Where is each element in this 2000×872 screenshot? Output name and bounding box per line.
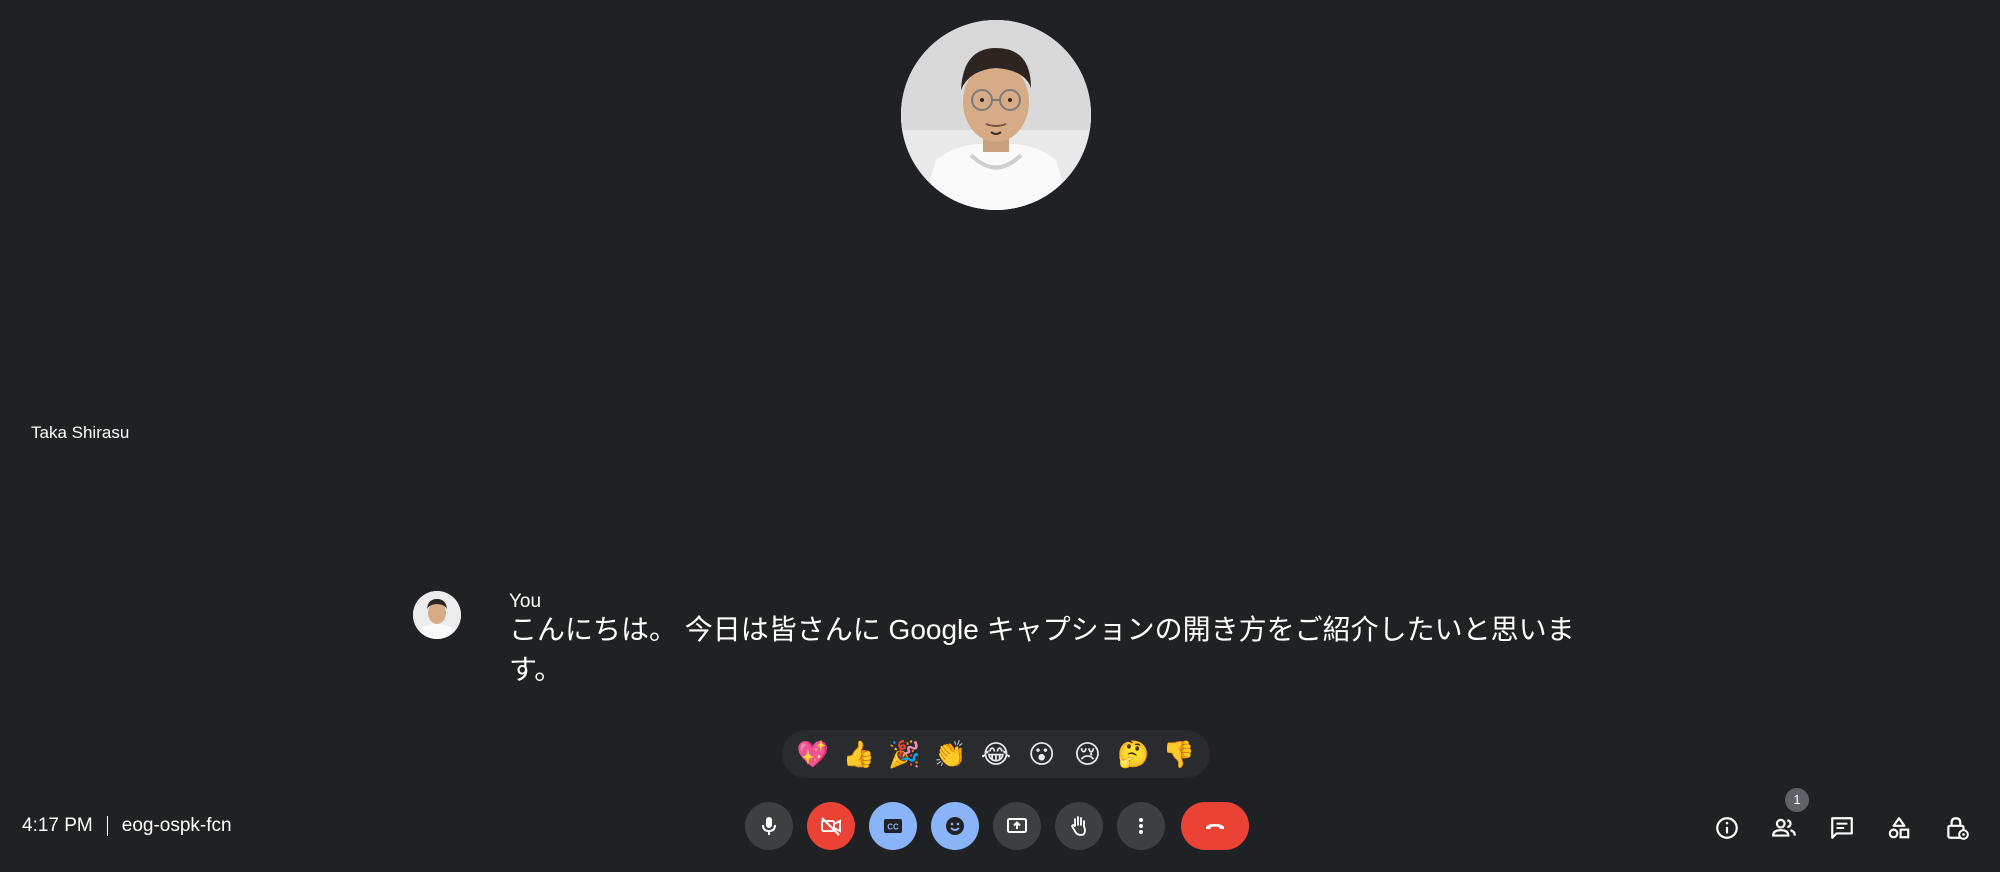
- reaction-thumbs-down[interactable]: 👎: [1159, 734, 1199, 774]
- participant-photo: [901, 20, 1091, 210]
- people-button[interactable]: [1764, 808, 1804, 848]
- reaction-party[interactable]: 🎉: [884, 734, 924, 774]
- participant-avatar: [901, 20, 1091, 210]
- people-count-badge: 1: [1785, 788, 1809, 812]
- chat-icon: [1831, 817, 1853, 839]
- reaction-clap[interactable]: 👏: [930, 734, 970, 774]
- meeting-details-button[interactable]: [1707, 808, 1747, 848]
- meeting-stage: Taka Shirasu You こんにちは。 今日は皆さんに Google キ…: [0, 0, 2000, 872]
- reaction-bar: 💖 👍 🎉 👏 😂 😮 😢 🤔 👎: [782, 730, 1210, 778]
- chat-button[interactable]: [1822, 808, 1862, 848]
- reaction-laugh[interactable]: 😂: [976, 734, 1016, 774]
- side-controls: [0, 808, 2000, 848]
- activities-button[interactable]: [1879, 808, 1919, 848]
- reaction-surprised[interactable]: 😮: [1022, 734, 1062, 774]
- participant-name: Taka Shirasu: [31, 423, 130, 442]
- host-controls-button[interactable]: [1937, 808, 1977, 848]
- caption-text: こんにちは。 今日は皆さんに Google キャプションの開き方をご紹介したいと…: [509, 614, 1575, 685]
- reaction-thumbs-up[interactable]: 👍: [839, 734, 879, 774]
- info-icon: [1716, 817, 1738, 839]
- host-controls-icon: [1947, 817, 1969, 840]
- reaction-heart[interactable]: 💖: [793, 734, 833, 774]
- reaction-sad[interactable]: 😢: [1067, 734, 1107, 774]
- caption-speaker-avatar: [413, 591, 461, 639]
- people-icon: [1772, 818, 1796, 837]
- reaction-thinking[interactable]: 🤔: [1113, 734, 1153, 774]
- caption-speaker-photo: [413, 591, 461, 639]
- activities-icon: [1888, 817, 1910, 839]
